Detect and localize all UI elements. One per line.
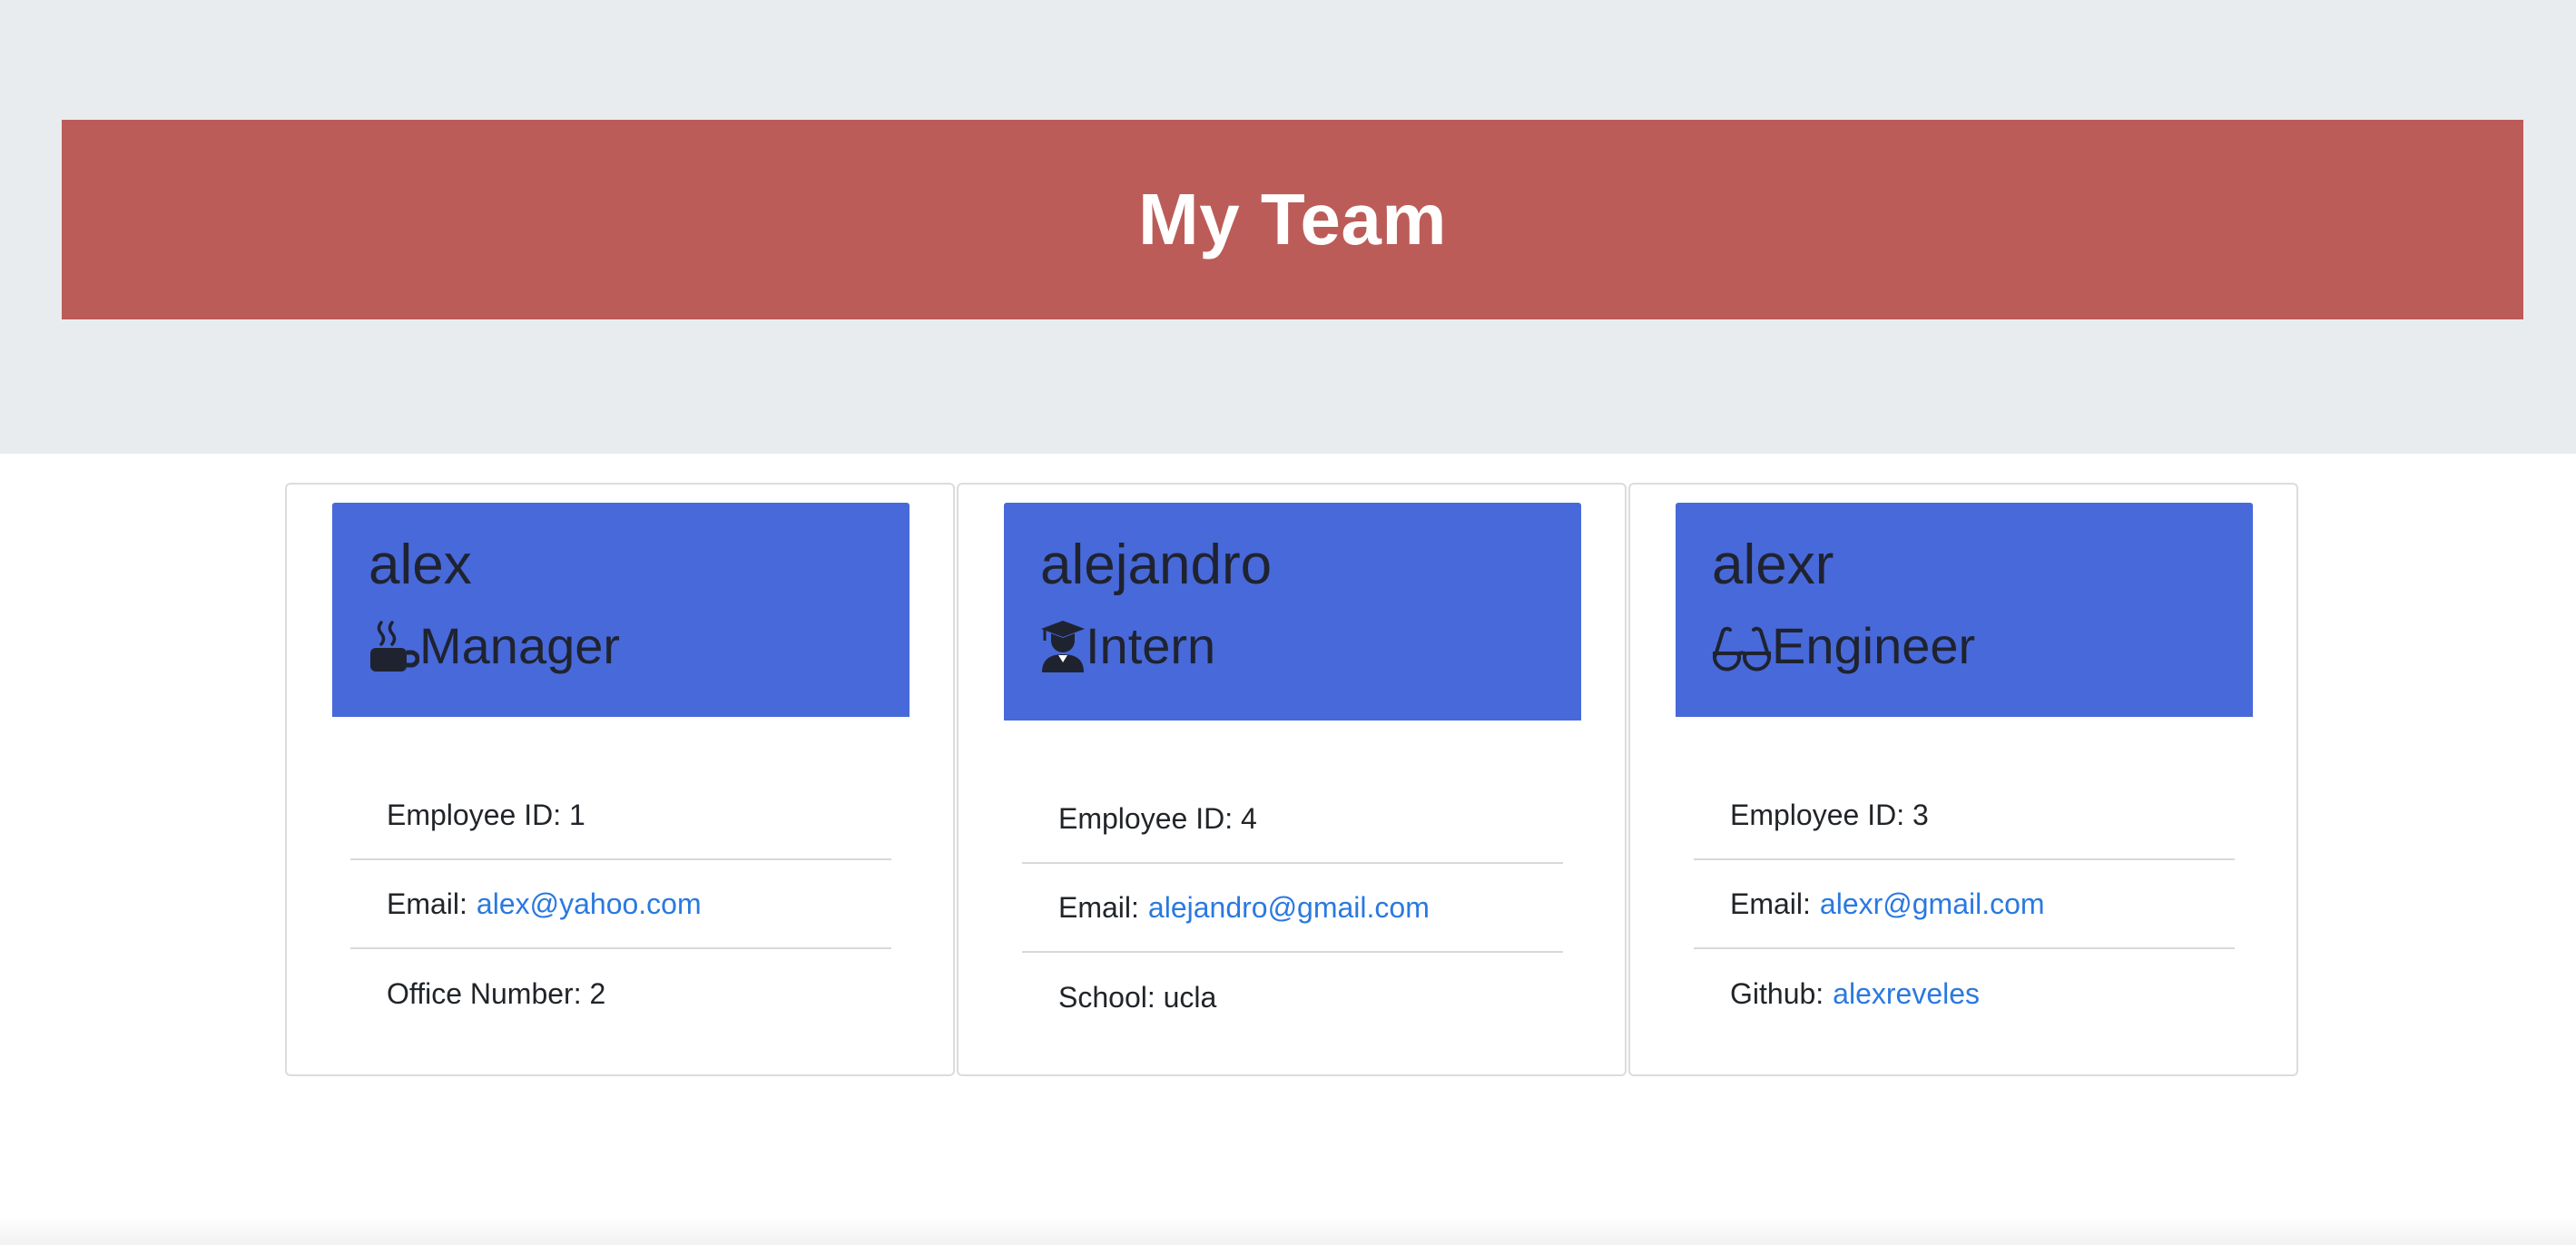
role-label: Manager	[419, 617, 621, 674]
page-title: My Team	[1138, 179, 1447, 260]
github-label: Github:	[1730, 976, 1824, 1010]
employee-id-text: Employee ID: 3	[1730, 798, 1929, 831]
list-item-employee-id: Employee ID: 1	[350, 771, 891, 860]
email-link[interactable]: alexr@gmail.com	[1820, 887, 2045, 921]
list-item-office-number: Office Number: 2	[350, 949, 891, 1038]
github-link[interactable]: alexreveles	[1833, 977, 1980, 1011]
employee-role: Manager	[369, 619, 620, 673]
employee-role: Engineer	[1712, 619, 1975, 673]
employee-id-text: Employee ID: 1	[387, 798, 585, 831]
list-item-email: Email: alex@yahoo.com	[350, 860, 891, 949]
employee-role: Intern	[1040, 619, 1215, 673]
employee-name: alexr	[1712, 534, 1834, 596]
employee-card-manager: alex Manager Employee ID: 1 Email: alex@…	[285, 483, 955, 1076]
email-label: Email:	[1730, 887, 1811, 920]
list-item-email: Email: alexr@gmail.com	[1694, 860, 2235, 949]
role-label: Engineer	[1772, 617, 1976, 674]
graduate-icon	[1040, 619, 1086, 673]
office-number-text: Office Number: 2	[387, 976, 606, 1010]
employee-details-list: Employee ID: 1 Email: alex@yahoo.com Off…	[350, 771, 891, 1038]
email-label: Email:	[387, 887, 467, 920]
glasses-icon	[1712, 619, 1772, 673]
coffee-mug-icon	[369, 619, 419, 673]
team-banner: My Team	[62, 120, 2523, 319]
employee-name: alejandro	[1040, 534, 1273, 596]
list-item-employee-id: Employee ID: 4	[1022, 775, 1563, 864]
email-link[interactable]: alex@yahoo.com	[477, 887, 702, 921]
card-header: alex Manager	[332, 503, 909, 717]
email-link[interactable]: alejandro@gmail.com	[1148, 891, 1430, 925]
bottom-shadow	[0, 1216, 2576, 1245]
card-header: alexr Engineer	[1676, 503, 2253, 717]
employee-name: alex	[369, 534, 472, 596]
jumbotron: My Team	[0, 0, 2576, 454]
employee-details-list: Employee ID: 4 Email: alejandro@gmail.co…	[1022, 775, 1563, 1042]
employee-card-engineer: alexr Engineer Employee ID: 3 Email: ale…	[1628, 483, 2298, 1076]
school-text: School: ucla	[1058, 980, 1217, 1014]
employee-details-list: Employee ID: 3 Email: alexr@gmail.com Gi…	[1694, 771, 2235, 1038]
employee-id-text: Employee ID: 4	[1058, 801, 1257, 835]
email-label: Email:	[1058, 890, 1139, 924]
list-item-github: Github: alexreveles	[1694, 949, 2235, 1038]
list-item-employee-id: Employee ID: 3	[1694, 771, 2235, 860]
role-label: Intern	[1086, 617, 1216, 674]
list-item-school: School: ucla	[1022, 953, 1563, 1042]
card-header: alejandro Intern	[1004, 503, 1581, 721]
employee-card-intern: alejandro Intern Employee ID: 4 Email: a…	[957, 483, 1627, 1076]
list-item-email: Email: alejandro@gmail.com	[1022, 864, 1563, 953]
